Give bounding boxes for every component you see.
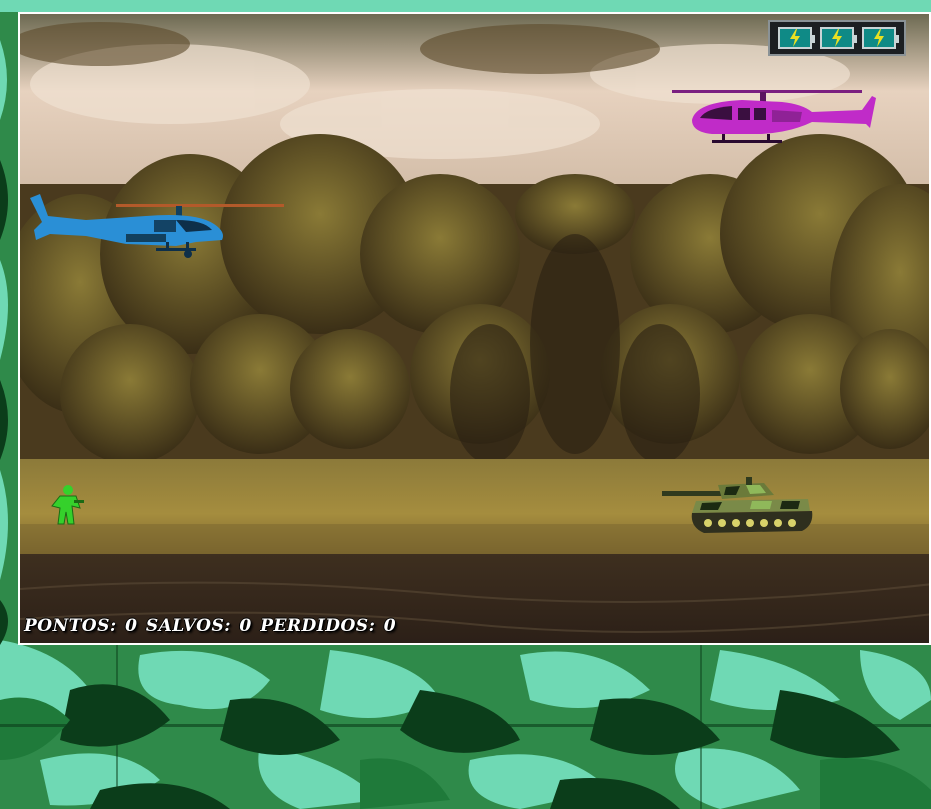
energy-cell [862, 27, 899, 49]
lost-label: PERDIDOS: [260, 616, 376, 636]
score-bar: PONTOS: 0 SALVOS: 0 PERDIDOS: 0 [24, 616, 398, 642]
lightning-bolt-icon [874, 29, 884, 47]
saved-label: SALVOS: [145, 616, 231, 636]
lightning-bolt-icon [832, 29, 842, 47]
energy-cell [778, 27, 815, 49]
tank-icon[interactable] [662, 477, 814, 537]
score-label: PONTOS: [24, 616, 117, 636]
lightning-bolt-icon [790, 29, 800, 47]
energy-indicator [768, 20, 906, 56]
lost-value: 0 [383, 616, 397, 636]
energy-cell [820, 27, 857, 49]
saved-value: 0 [239, 616, 252, 636]
score-value: 0 [125, 616, 138, 636]
enemy-helicopter-icon [672, 90, 876, 143]
player-helicopter-icon[interactable] [26, 190, 288, 260]
soldier-icon[interactable] [50, 484, 86, 526]
game-viewport[interactable]: PONTOS: 0 SALVOS: 0 PERDIDOS: 0 [18, 12, 931, 645]
